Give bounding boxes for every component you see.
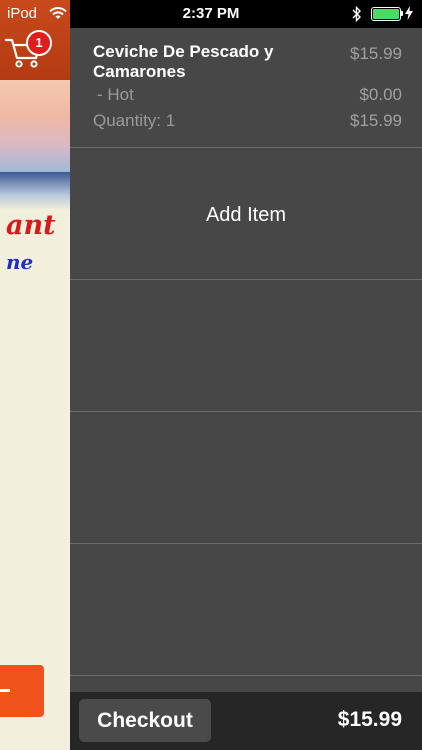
empty-cart-row <box>70 544 422 676</box>
item-price: $15.99 <box>350 44 402 63</box>
banner-water-image <box>0 172 70 210</box>
order-total: $15.99 <box>337 708 402 731</box>
modifier-price: $0.00 <box>359 85 402 104</box>
add-item-label: Add Item <box>205 204 287 226</box>
cart-count-badge: 1 <box>26 30 52 56</box>
empty-cart-row <box>70 412 422 544</box>
empty-cart-row <box>70 280 422 412</box>
bluetooth-icon <box>352 5 362 27</box>
line-total: $15.99 <box>350 111 402 130</box>
charging-bolt-icon <box>405 6 413 25</box>
restaurant-brand-subtext: ne <box>6 250 34 274</box>
checkout-button[interactable]: Checkout <box>79 699 211 742</box>
background-app-panel[interactable]: 1 ant ne <box>0 0 70 750</box>
cart-panel: Ceviche De Pescado y Camarones $15.99 - … <box>70 28 422 692</box>
restaurant-brand-text: ant <box>6 210 56 241</box>
battery-icon <box>371 7 401 21</box>
arrow-icon <box>0 689 10 692</box>
cart-item-row[interactable]: Ceviche De Pescado y Camarones $15.99 - … <box>70 28 422 148</box>
status-bar: iPod 2:37 PM <box>0 0 422 28</box>
modifier-name: - Hot <box>97 85 134 104</box>
item-name: Ceviche De Pescado y Camarones <box>93 42 274 81</box>
add-item-row[interactable]: Add Item <box>70 148 422 280</box>
battery-tip <box>401 11 403 16</box>
quantity-label: Quantity: 1 <box>93 111 176 130</box>
battery-level-fill <box>373 9 399 19</box>
checkout-footer: Checkout $15.99 <box>70 692 422 750</box>
